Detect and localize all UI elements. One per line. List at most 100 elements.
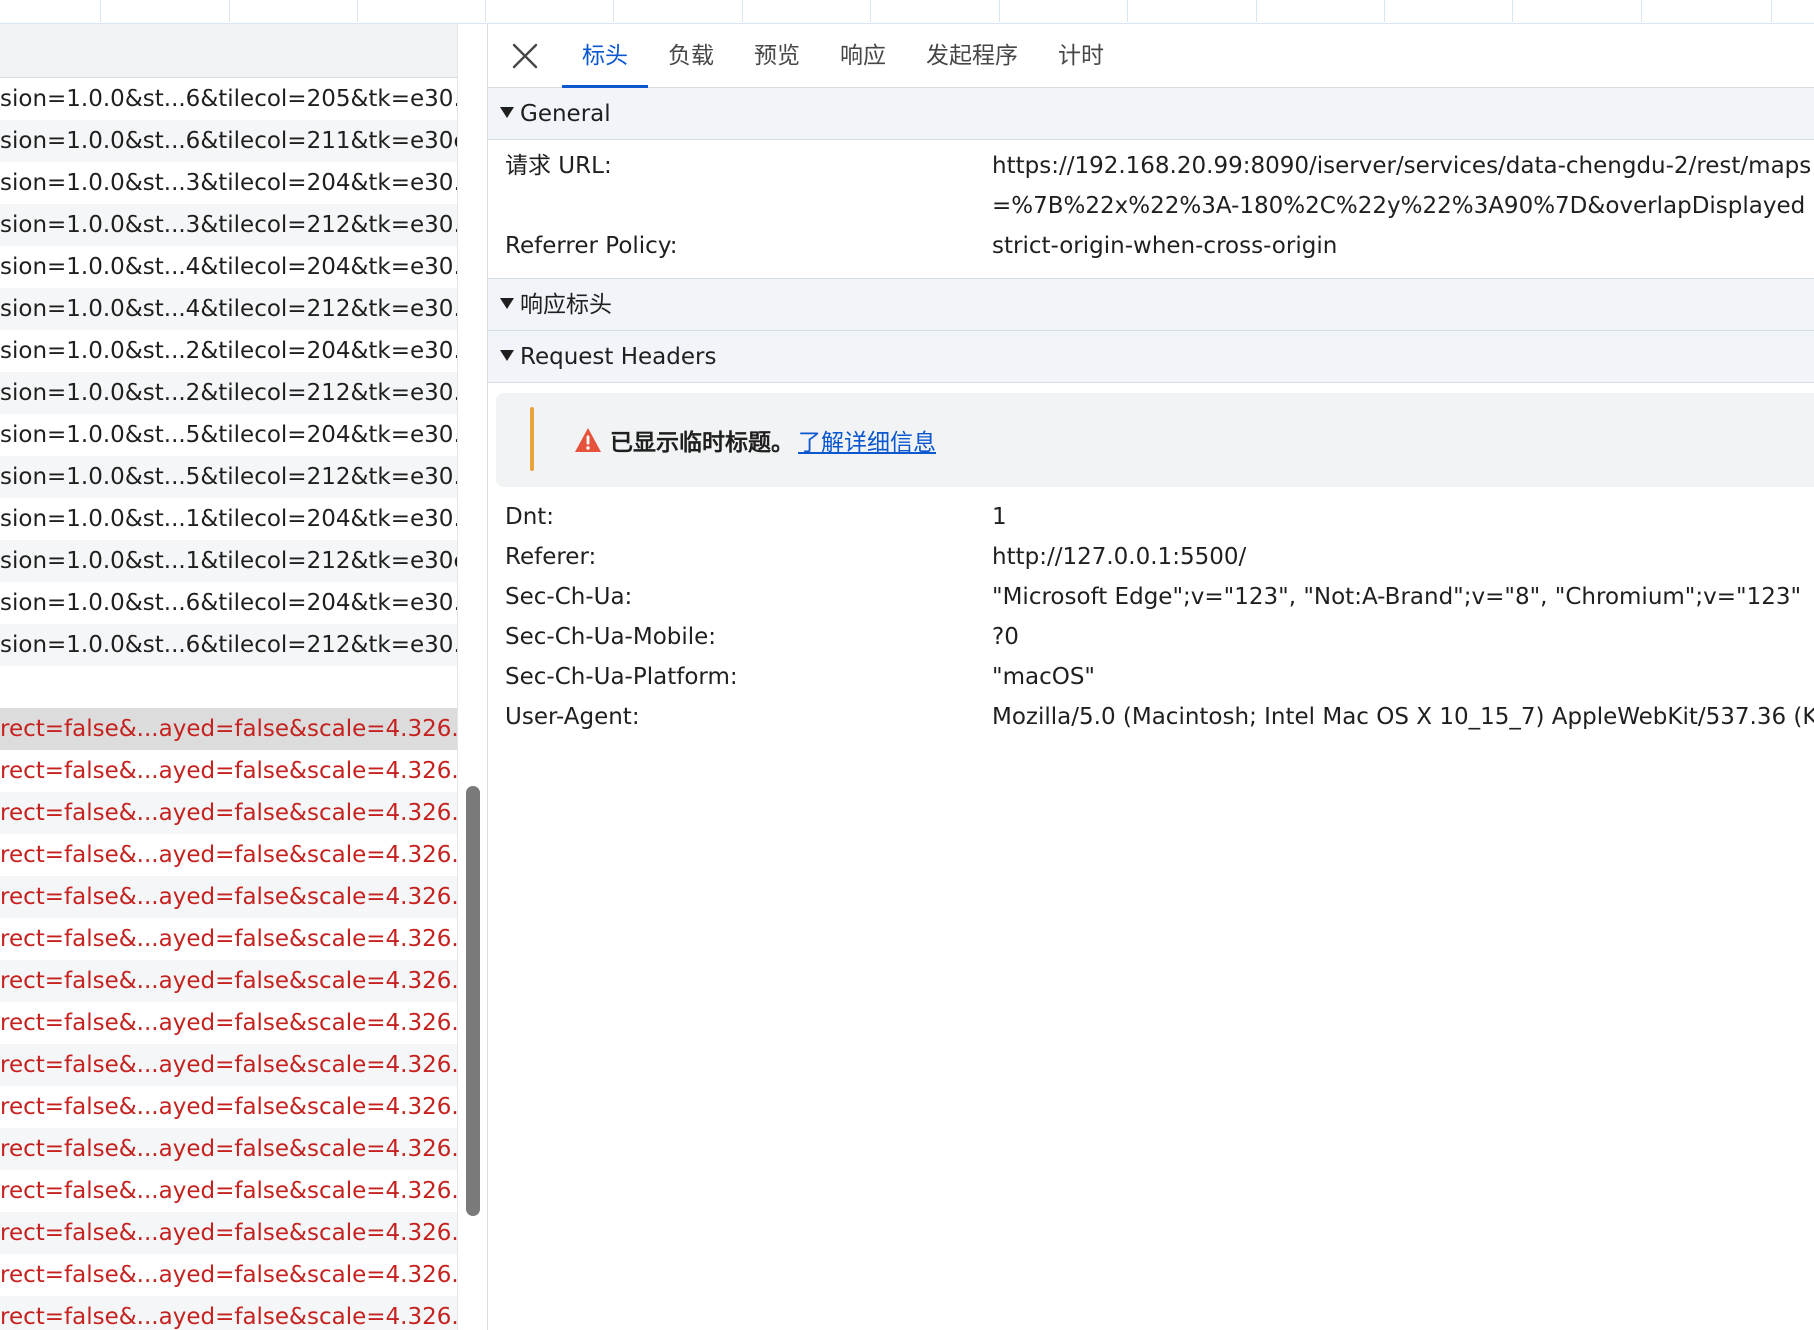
request-row[interactable]: rect=false&...ayed=false&scale=4.326...	[0, 960, 457, 1002]
notice-accent-bar	[530, 407, 534, 471]
request-list-scrollbar[interactable]	[457, 24, 487, 1330]
request-url-line: https://192.168.20.99:8090/iserver/servi…	[992, 153, 1812, 179]
request-url-label: 请求 URL:	[505, 153, 612, 179]
general-section: 请求 URL: https://192.168.20.99:8090/iserv…	[488, 140, 1814, 279]
request-row[interactable]: sion=1.0.0&st...1&tilecol=204&tk=e30...	[0, 498, 457, 540]
request-header-row: Sec-Ch-Ua: "Microsoft Edge";v="123", "Not…	[488, 577, 1814, 617]
request-header-row: Dnt: 1	[488, 497, 1814, 537]
learn-more-link[interactable]: 了解详细信息	[798, 423, 936, 457]
header-value[interactable]: "Microsoft Edge";v="123", "Not:A-Brand";…	[992, 577, 1801, 617]
section-request-headers-title: Request Headers	[520, 344, 717, 370]
request-row[interactable]: rect=false&...ayed=false&scale=4.326...	[0, 1044, 457, 1086]
header-value[interactable]: Mozilla/5.0 (Macintosh; Intel Mac OS X 1…	[992, 697, 1814, 737]
header-name: Sec-Ch-Ua-Mobile:	[505, 624, 717, 650]
request-row[interactable]: sion=1.0.0&st...3&tilecol=204&tk=e30...	[0, 162, 457, 204]
timeline-tick	[1127, 0, 1128, 22]
request-url-value[interactable]: https://192.168.20.99:8090/iserver/servi…	[992, 146, 1811, 226]
section-general-title: General	[520, 101, 611, 127]
request-row[interactable]: rect=false&...ayed=false&scale=4.326...	[0, 1086, 457, 1128]
request-row[interactable]: rect=false&...ayed=false&scale=4.326...	[0, 708, 457, 750]
request-row[interactable]: rect=false&...ayed=false&scale=4.326...	[0, 918, 457, 960]
request-rows: sion=1.0.0&st...6&tilecol=205&tk=e30... s…	[0, 78, 457, 1330]
timeline-tick	[100, 0, 101, 22]
request-row[interactable]: rect=false&...ayed=false&scale=4.326...	[0, 1170, 457, 1212]
request-row[interactable]: rect=false&...ayed=false&scale=4.326...	[0, 750, 457, 792]
provisional-headers-notice: 已显示临时标题。 了解详细信息	[496, 393, 1814, 487]
section-general-header[interactable]: General	[488, 88, 1814, 140]
header-name: User-Agent:	[505, 704, 640, 730]
request-row[interactable]: sion=1.0.0&st...3&tilecol=212&tk=e30...	[0, 204, 457, 246]
tab-3[interactable]: 响应	[820, 24, 906, 88]
timeline-tick	[1256, 0, 1257, 22]
request-row[interactable]: sion=1.0.0&st...6&tilecol=205&tk=e30...	[0, 78, 457, 120]
request-url-row: 请求 URL: https://192.168.20.99:8090/iserv…	[488, 146, 1814, 226]
timeline-tick	[1771, 0, 1772, 22]
timeline-tick	[613, 0, 614, 22]
timeline-tick	[229, 0, 230, 22]
request-header-row: Sec-Ch-Ua-Platform: "macOS"	[488, 657, 1814, 697]
timeline-tick	[1641, 0, 1642, 22]
request-list: sion=1.0.0&st...6&tilecol=205&tk=e30... s…	[0, 24, 457, 1330]
header-value[interactable]: 1	[992, 497, 1007, 537]
notice-text: 已显示临时标题。	[610, 430, 794, 456]
request-row[interactable]: rect=false&...ayed=false&scale=4.326...	[0, 792, 457, 834]
header-value[interactable]: ?0	[992, 617, 1019, 657]
request-row[interactable]: sion=1.0.0&st...1&tilecol=212&tk=e30c...	[0, 540, 457, 582]
timeline-overview-strip	[0, 0, 1814, 24]
section-request-headers-header[interactable]: Request Headers	[488, 331, 1814, 383]
request-row[interactable]: sion=1.0.0&st...4&tilecol=204&tk=e30...	[0, 246, 457, 288]
referrer-policy-label: Referrer Policy:	[505, 233, 678, 259]
tab-1[interactable]: 负载	[648, 24, 734, 88]
triangle-down-icon	[500, 350, 514, 361]
request-row[interactable]: sion=1.0.0&st...5&tilecol=212&tk=e30...	[0, 456, 457, 498]
request-row[interactable]: sion=1.0.0&st...6&tilecol=204&tk=e30...	[0, 582, 457, 624]
request-headers-list: Dnt: 1 Referer: http://127.0.0.1:5500/Sec-C…	[488, 497, 1814, 737]
request-row[interactable]: sion=1.0.0&st...5&tilecol=204&tk=e30...	[0, 414, 457, 456]
request-row[interactable]: sion=1.0.0&st...2&tilecol=212&tk=e30...	[0, 372, 457, 414]
request-row[interactable]: sion=1.0.0&st...2&tilecol=204&tk=e30...	[0, 330, 457, 372]
tab-list: 标头 负载 预览 响应 发起程序 计时	[562, 24, 1124, 88]
request-row[interactable]: rect=false&...ayed=false&scale=4.326...	[0, 1002, 457, 1044]
triangle-down-icon	[500, 107, 514, 118]
timeline-tick	[1384, 0, 1385, 22]
scrollbar-thumb[interactable]	[466, 786, 480, 1216]
request-row[interactable]: rect=false&...ayed=false&scale=4.326...	[0, 834, 457, 876]
details-tabbar: 标头 负载 预览 响应 发起程序 计时	[488, 24, 1814, 88]
request-row[interactable]: rect=false&...ayed=false&scale=4.326...	[0, 1212, 457, 1254]
timeline-tick	[742, 0, 743, 22]
request-row[interactable]: rect=false&...ayed=false&scale=4.326...	[0, 1296, 457, 1330]
request-row[interactable]: sion=1.0.0&st...6&tilecol=211&tk=e30c...	[0, 120, 457, 162]
tab-0[interactable]: 标头	[562, 24, 648, 88]
request-row[interactable]: sion=1.0.0&st...4&tilecol=212&tk=e30...	[0, 288, 457, 330]
request-row[interactable]: sion=1.0.0&st...6&tilecol=212&tk=e30...	[0, 624, 457, 666]
referrer-policy-row: Referrer Policy: strict-origin-when-cros…	[488, 226, 1814, 266]
request-header-row: Referer: http://127.0.0.1:5500/	[488, 537, 1814, 577]
timeline-tick	[485, 0, 486, 22]
tab-2[interactable]: 预览	[734, 24, 820, 88]
referrer-policy-value[interactable]: strict-origin-when-cross-origin	[992, 226, 1337, 266]
tab-5[interactable]: 计时	[1038, 24, 1124, 88]
request-header-row: User-Agent: Mozilla/5.0 (Macintosh; Intel…	[488, 697, 1814, 737]
request-header-row: Sec-Ch-Ua-Mobile: ?0	[488, 617, 1814, 657]
request-row[interactable]: rect=false&...ayed=false&scale=4.326...	[0, 876, 457, 918]
timeline-tick	[1512, 0, 1513, 22]
request-row[interactable]: rect=false&...ayed=false&scale=4.326...	[0, 1254, 457, 1296]
timeline-tick	[999, 0, 1000, 22]
timeline-tick	[357, 0, 358, 22]
notice-content: 已显示临时标题。 了解详细信息	[574, 423, 936, 457]
close-button[interactable]	[508, 39, 542, 73]
section-response-headers-header[interactable]: 响应标头	[488, 279, 1814, 331]
header-name: Dnt:	[505, 504, 555, 530]
timeline-tick	[870, 0, 871, 22]
header-value[interactable]: "macOS"	[992, 657, 1095, 697]
warning-icon	[575, 428, 601, 452]
triangle-down-icon	[500, 298, 514, 309]
tab-4[interactable]: 发起程序	[906, 24, 1038, 88]
section-response-headers-title: 响应标头	[520, 292, 612, 318]
request-row[interactable]: rect=false&...ayed=false&scale=4.326...	[0, 1128, 457, 1170]
request-url-line: =%7B%22x%22%3A-180%2C%22y%22%3A90%7D&ove…	[992, 193, 1806, 219]
header-value[interactable]: http://127.0.0.1:5500/	[992, 537, 1246, 577]
request-details-pane: 标头 负载 预览 响应 发起程序 计时 General 请求 URL: https://1…	[487, 24, 1814, 1330]
header-name: Sec-Ch-Ua:	[505, 584, 633, 610]
